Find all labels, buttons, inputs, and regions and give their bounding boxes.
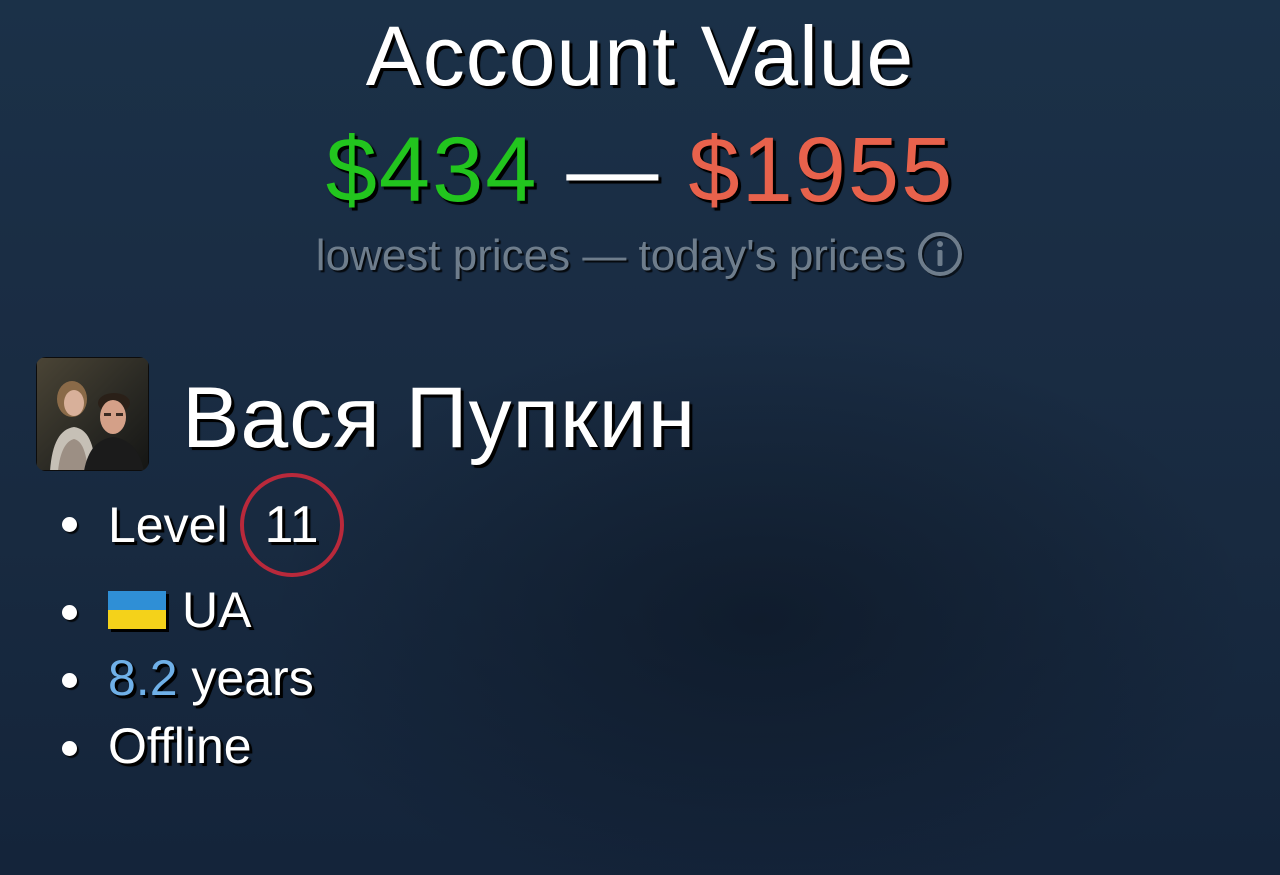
page-title: Account Value bbox=[365, 9, 915, 103]
price-low: $434 bbox=[325, 119, 539, 221]
years-label: years bbox=[191, 650, 314, 706]
price-caption-text: lowest prices — today's prices bbox=[315, 231, 907, 280]
price-range: $434 — $1955 bbox=[0, 120, 1280, 220]
years-value: 8.2 bbox=[108, 650, 178, 706]
price-separator: — bbox=[566, 119, 661, 221]
profile-name[interactable]: Вася Пупкин bbox=[182, 366, 696, 470]
avatar[interactable] bbox=[36, 357, 149, 471]
profile-info-list: Level 11 UA 8.2 years Offline bbox=[62, 470, 344, 780]
level-label: Level bbox=[108, 497, 228, 553]
level-badge: 11 bbox=[239, 472, 344, 577]
bullet-icon bbox=[62, 605, 77, 620]
price-high: $1955 bbox=[688, 119, 955, 221]
info-circle-icon[interactable] bbox=[916, 230, 965, 279]
price-caption: lowest prices — today's prices bbox=[0, 228, 1280, 284]
bullet-icon bbox=[62, 673, 77, 688]
level-item: Level 11 bbox=[62, 470, 344, 577]
account-age-item: 8.2 years bbox=[62, 644, 344, 712]
country-item: UA bbox=[62, 576, 344, 644]
status-item: Offline bbox=[62, 712, 344, 780]
ukraine-flag-icon bbox=[108, 590, 166, 629]
bullet-icon bbox=[62, 741, 77, 756]
country-code: UA bbox=[182, 582, 252, 638]
bullet-icon bbox=[62, 517, 77, 532]
online-status: Offline bbox=[108, 718, 252, 774]
